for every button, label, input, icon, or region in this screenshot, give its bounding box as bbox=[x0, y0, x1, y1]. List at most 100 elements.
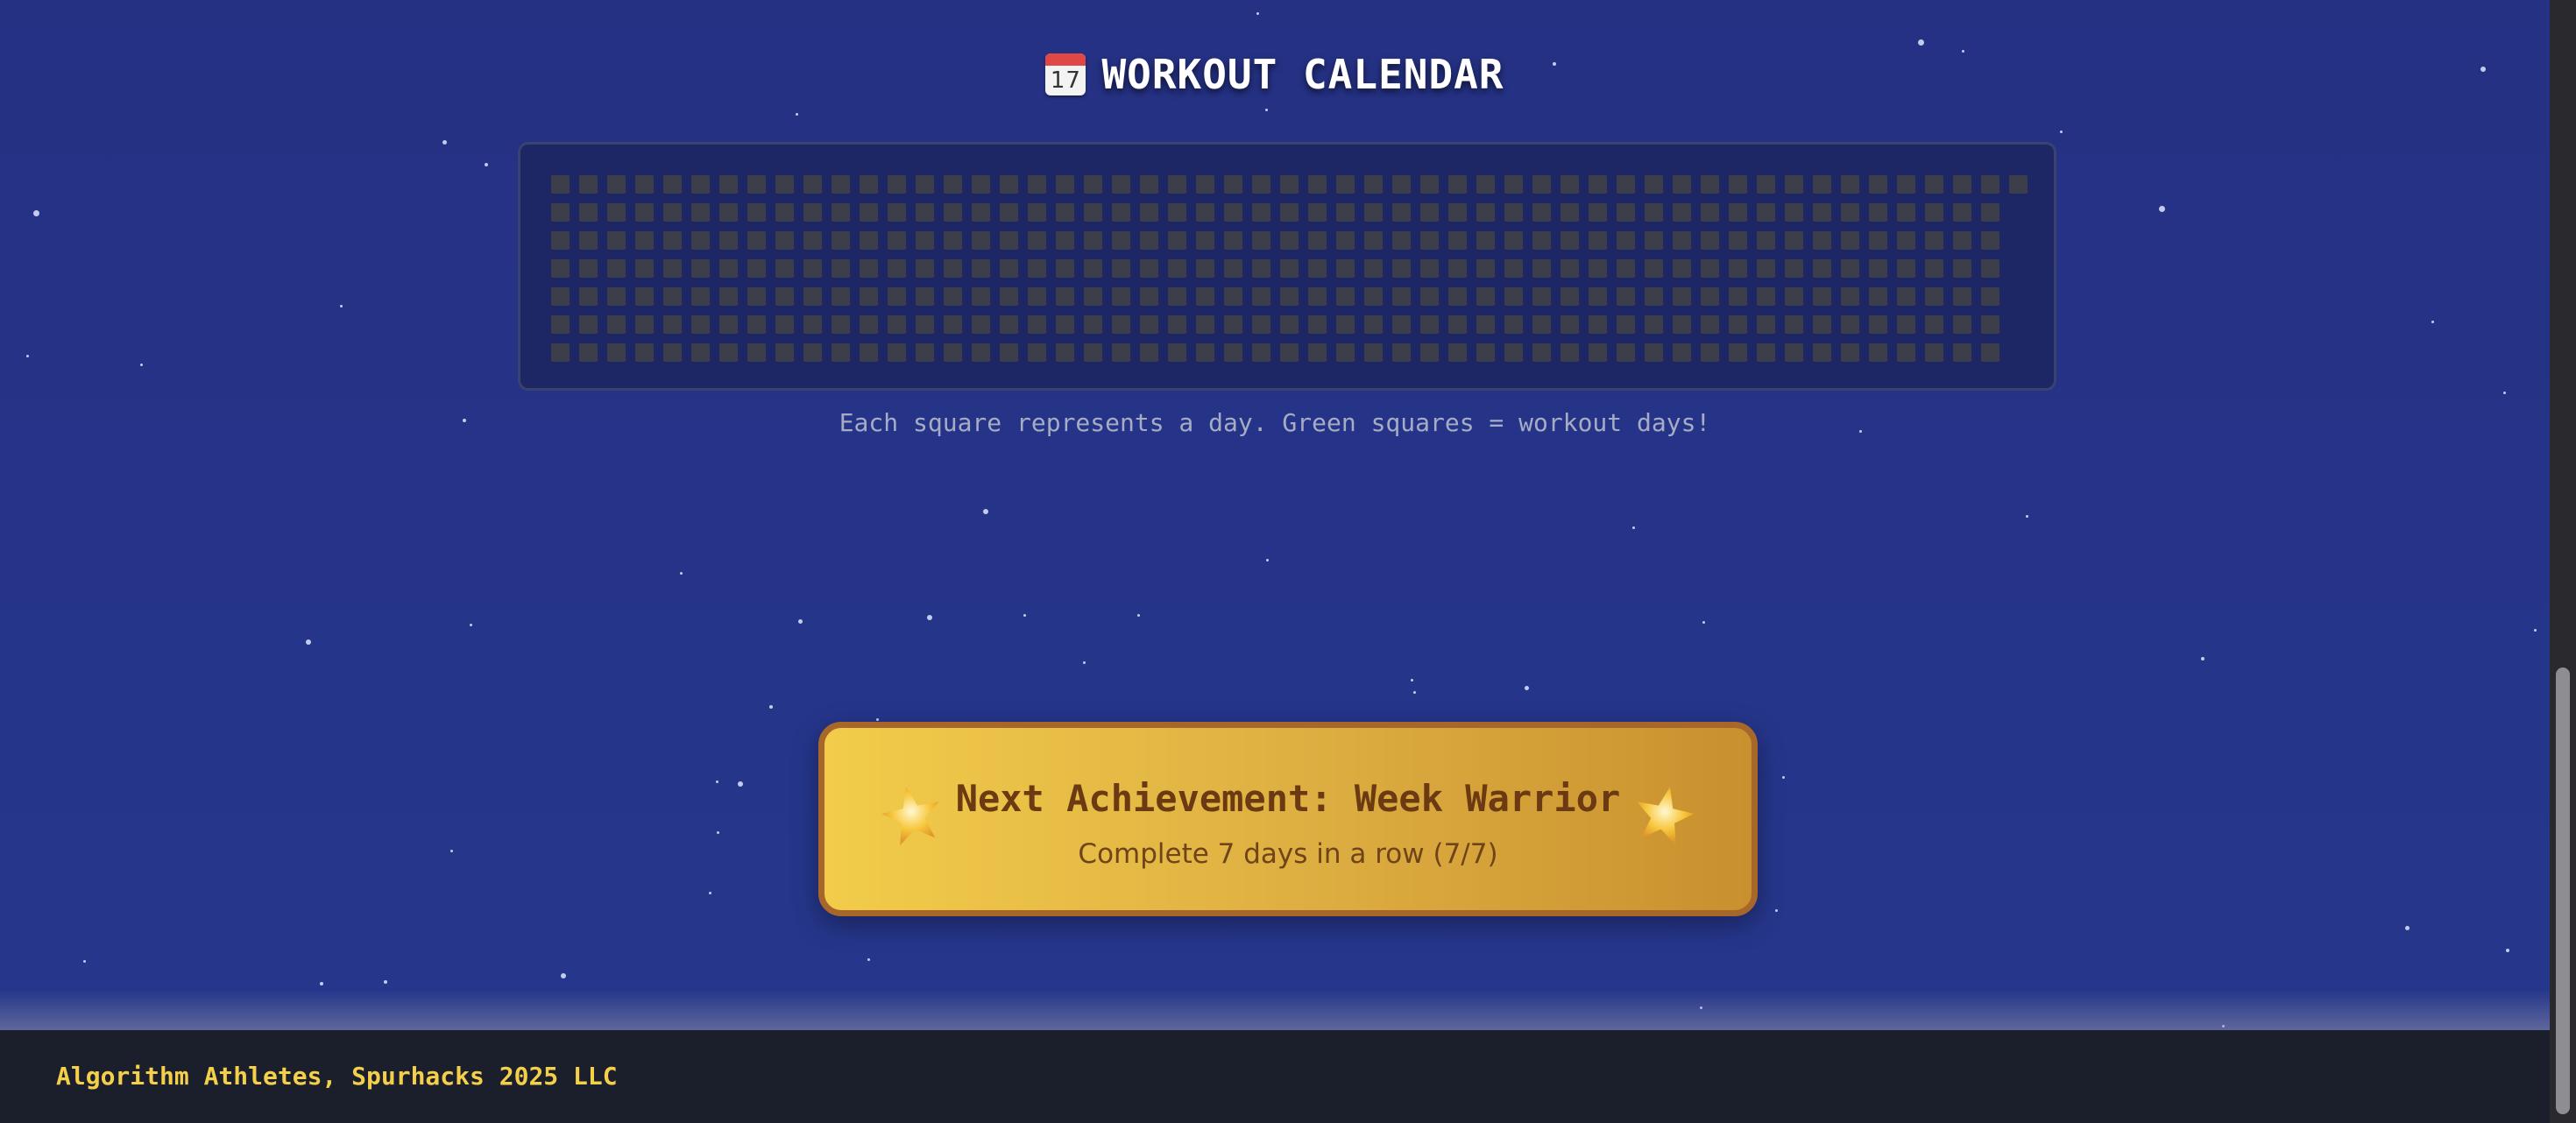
background-star bbox=[927, 615, 932, 620]
day-square bbox=[1196, 343, 1214, 362]
day-square bbox=[635, 203, 654, 222]
day-square bbox=[1504, 343, 1523, 362]
day-square bbox=[1589, 231, 1607, 250]
day-square bbox=[972, 343, 990, 362]
day-square bbox=[1420, 315, 1439, 334]
day-square bbox=[1841, 259, 1859, 278]
day-square bbox=[1196, 203, 1214, 222]
day-square bbox=[1140, 315, 1158, 334]
background-star bbox=[867, 958, 870, 961]
day-square bbox=[1028, 231, 1046, 250]
day-square bbox=[1729, 175, 1747, 194]
day-square bbox=[1280, 315, 1299, 334]
day-square bbox=[775, 175, 794, 194]
day-square bbox=[1308, 287, 1327, 306]
day-square bbox=[1000, 203, 1018, 222]
day-square bbox=[1056, 315, 1074, 334]
day-square bbox=[1897, 175, 1915, 194]
day-square bbox=[944, 203, 962, 222]
day-square bbox=[944, 287, 962, 306]
day-square bbox=[916, 175, 934, 194]
background-star bbox=[33, 210, 39, 216]
day-square bbox=[1448, 259, 1467, 278]
day-square bbox=[1981, 203, 1999, 222]
scrollbar-thumb[interactable] bbox=[2556, 667, 2570, 1114]
day-square bbox=[1112, 175, 1130, 194]
day-square bbox=[1645, 203, 1663, 222]
day-square bbox=[860, 315, 878, 334]
background-star bbox=[1775, 909, 1778, 912]
day-square bbox=[1645, 315, 1663, 334]
day-square bbox=[691, 231, 710, 250]
day-square bbox=[1140, 259, 1158, 278]
day-square bbox=[972, 231, 990, 250]
background-star bbox=[140, 364, 143, 366]
day-square bbox=[1617, 203, 1635, 222]
background-star bbox=[2405, 926, 2410, 930]
day-square bbox=[1785, 175, 1803, 194]
day-square bbox=[1140, 175, 1158, 194]
day-square bbox=[1504, 231, 1523, 250]
day-square bbox=[1925, 175, 1943, 194]
day-square bbox=[607, 175, 626, 194]
day-square bbox=[1364, 287, 1383, 306]
day-square bbox=[1224, 259, 1242, 278]
background-star bbox=[680, 572, 683, 575]
day-square bbox=[1673, 315, 1691, 334]
day-square bbox=[1280, 287, 1299, 306]
background-star bbox=[796, 113, 798, 116]
background-star bbox=[716, 780, 718, 783]
day-square bbox=[1532, 231, 1551, 250]
day-square bbox=[1729, 287, 1747, 306]
day-square bbox=[1897, 203, 1915, 222]
day-square bbox=[719, 175, 738, 194]
day-square bbox=[1168, 315, 1186, 334]
day-square bbox=[1504, 259, 1523, 278]
day-square bbox=[1532, 259, 1551, 278]
day-square bbox=[1112, 343, 1130, 362]
background-star bbox=[798, 619, 803, 624]
day-square bbox=[747, 287, 766, 306]
day-square bbox=[888, 287, 906, 306]
day-square bbox=[1953, 343, 1971, 362]
day-square bbox=[1308, 315, 1327, 334]
day-square bbox=[803, 231, 822, 250]
day-square bbox=[1925, 231, 1943, 250]
calendar-icon: 17 bbox=[1045, 53, 1086, 95]
day-square bbox=[663, 343, 682, 362]
day-square bbox=[1224, 343, 1242, 362]
day-square bbox=[1168, 287, 1186, 306]
day-square bbox=[747, 315, 766, 334]
day-square bbox=[972, 175, 990, 194]
day-square bbox=[1532, 287, 1551, 306]
background-star bbox=[2431, 321, 2434, 323]
day-square bbox=[551, 259, 570, 278]
day-square bbox=[691, 259, 710, 278]
background-star bbox=[1413, 691, 1416, 694]
day-square bbox=[888, 231, 906, 250]
background-star bbox=[83, 960, 86, 963]
day-square bbox=[1252, 231, 1270, 250]
day-square bbox=[1645, 343, 1663, 362]
day-square bbox=[944, 231, 962, 250]
background-star bbox=[1083, 661, 1086, 664]
day-square bbox=[1504, 175, 1523, 194]
background-star bbox=[450, 850, 453, 852]
day-square bbox=[691, 175, 710, 194]
day-square bbox=[1476, 231, 1495, 250]
day-square bbox=[1673, 231, 1691, 250]
day-square bbox=[635, 259, 654, 278]
day-square bbox=[803, 315, 822, 334]
day-square bbox=[1813, 287, 1831, 306]
day-square bbox=[1673, 175, 1691, 194]
day-square bbox=[832, 259, 850, 278]
day-square bbox=[607, 287, 626, 306]
day-square bbox=[551, 175, 570, 194]
vertical-scrollbar[interactable] bbox=[2550, 0, 2576, 1123]
day-square bbox=[775, 259, 794, 278]
day-square bbox=[1168, 175, 1186, 194]
day-square bbox=[1252, 203, 1270, 222]
day-square bbox=[803, 343, 822, 362]
day-square bbox=[1084, 175, 1102, 194]
day-square bbox=[1084, 315, 1102, 334]
